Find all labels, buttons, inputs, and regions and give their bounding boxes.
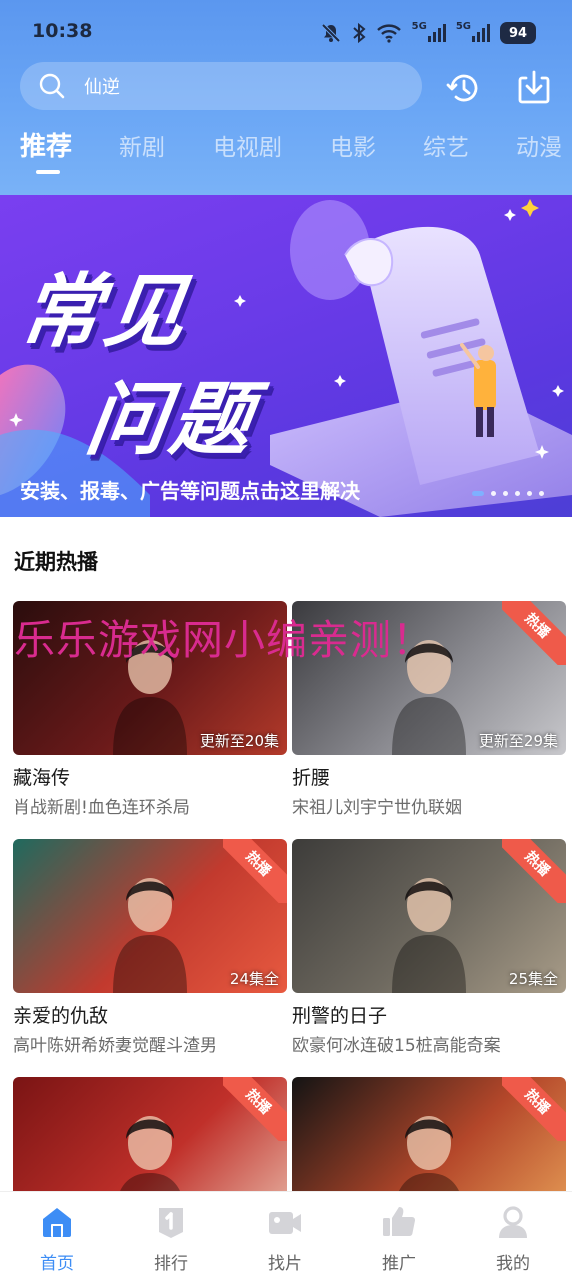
hot-badge-label: 热播 bbox=[502, 1077, 566, 1141]
episode-status: 25集全 bbox=[508, 970, 558, 988]
header: 10:38 5G 5G 94 仙逆 推荐 新剧 电视剧 电影 综艺 动漫 bbox=[0, 0, 572, 195]
drama-subtitle: 欧豪何冰连破15桩高能奇案 bbox=[292, 1036, 501, 1056]
episode-status: 更新至20集 bbox=[199, 732, 279, 750]
pagination-dot[interactable] bbox=[539, 491, 544, 496]
drama-subtitle: 宋祖儿刘宇宁世仇联姻 bbox=[292, 798, 462, 818]
hot-badge: 热播 bbox=[502, 601, 566, 665]
hot-badge-label: 热播 bbox=[223, 1077, 287, 1141]
pagination-dot[interactable] bbox=[472, 491, 484, 496]
status-bar: 10:38 5G 5G 94 bbox=[0, 0, 572, 62]
watermark: 乐乐游戏网小编亲测！ bbox=[14, 616, 434, 664]
faq-banner[interactable]: 常见 问题 安装、报毒、广告等问题点击这里解决 bbox=[0, 195, 572, 517]
drama-subtitle: 高叶陈妍希娇妻觉醒斗渣男 bbox=[13, 1036, 217, 1056]
pagination-dot[interactable] bbox=[515, 491, 520, 496]
search-row: 仙逆 bbox=[0, 60, 572, 116]
drama-poster[interactable]: 热播 24集全 bbox=[13, 839, 287, 993]
history-icon[interactable] bbox=[444, 68, 484, 108]
category-tabs: 推荐 新剧 电视剧 电影 综艺 动漫 bbox=[0, 128, 572, 188]
hot-badge-label: 热播 bbox=[502, 601, 566, 665]
tab-movies[interactable]: 电影 bbox=[330, 128, 376, 162]
drama-poster[interactable]: 热播 25集全 bbox=[292, 839, 566, 993]
nav-ranking[interactable]: 排行 bbox=[114, 1192, 228, 1279]
drama-subtitle: 肖战新剧!血色连环杀局 bbox=[13, 798, 190, 818]
status-icons: 5G 5G 94 bbox=[320, 20, 536, 46]
tab-variety[interactable]: 综艺 bbox=[423, 128, 469, 162]
drama-title: 亲爱的仇敌 bbox=[13, 1005, 109, 1027]
hot-badge: 热播 bbox=[223, 1077, 287, 1141]
episode-status: 更新至29集 bbox=[478, 732, 558, 750]
drama-card[interactable]: 热播 25集全刑警的日子欧豪何冰连破15桩高能奇案 bbox=[292, 839, 566, 1056]
mute-icon bbox=[320, 21, 342, 45]
banner-title-line1: 常见 bbox=[14, 265, 196, 358]
tab-indicator bbox=[36, 170, 60, 174]
ranking-icon bbox=[159, 1208, 183, 1238]
search-icon bbox=[39, 73, 65, 99]
pagination-dot[interactable] bbox=[491, 491, 496, 496]
signal-icon: 5G bbox=[412, 21, 446, 45]
search-input[interactable]: 仙逆 bbox=[20, 62, 422, 110]
nav-find-movies[interactable]: 找片 bbox=[228, 1192, 342, 1279]
hot-badge-label: 热播 bbox=[502, 839, 566, 903]
bottom-nav: 首页 排行 找片 推广 我的 bbox=[0, 1191, 572, 1279]
signal-label: 5G bbox=[411, 21, 427, 32]
pagination-dot[interactable] bbox=[503, 491, 508, 496]
video-camera-icon bbox=[269, 1212, 301, 1234]
nav-label: 首页 bbox=[40, 1254, 74, 1274]
drama-title: 刑警的日子 bbox=[292, 1005, 388, 1027]
episode-status: 24集全 bbox=[229, 970, 279, 988]
home-icon bbox=[43, 1208, 71, 1237]
wifi-icon bbox=[376, 21, 402, 45]
signal-icon: 5G bbox=[456, 21, 490, 45]
profile-icon bbox=[499, 1206, 527, 1238]
nav-label: 排行 bbox=[154, 1254, 188, 1274]
search-query: 仙逆 bbox=[84, 77, 120, 98]
nav-home[interactable]: 首页 bbox=[0, 1192, 114, 1279]
tab-tv-series[interactable]: 电视剧 bbox=[213, 128, 282, 162]
hot-badge: 热播 bbox=[502, 839, 566, 903]
download-icon[interactable] bbox=[514, 68, 554, 108]
banner-title-line2: 问题 bbox=[80, 373, 262, 466]
nav-label: 我的 bbox=[496, 1254, 530, 1274]
hot-badge: 热播 bbox=[223, 839, 287, 903]
bluetooth-icon bbox=[352, 21, 366, 45]
nav-profile[interactable]: 我的 bbox=[456, 1192, 570, 1279]
tab-recommend[interactable]: 推荐 bbox=[20, 126, 72, 163]
nav-promote[interactable]: 推广 bbox=[342, 1192, 456, 1279]
signal-label: 5G bbox=[455, 21, 471, 32]
nav-label: 推广 bbox=[382, 1254, 416, 1274]
drama-title: 折腰 bbox=[292, 767, 331, 789]
banner-caption: 安装、报毒、广告等问题点击这里解决 bbox=[20, 479, 360, 503]
pagination-dot[interactable] bbox=[527, 491, 532, 496]
hot-badge-label: 热播 bbox=[223, 839, 287, 903]
app-screen: 10:38 5G 5G 94 仙逆 推荐 新剧 电视剧 电影 综艺 动漫 常见 … bbox=[0, 0, 572, 1279]
thumbs-up-icon bbox=[383, 1207, 416, 1236]
battery-icon: 94 bbox=[500, 22, 536, 44]
tab-new-drama[interactable]: 新剧 bbox=[119, 128, 165, 162]
nav-label: 找片 bbox=[268, 1254, 302, 1274]
banner-pagination bbox=[472, 491, 544, 496]
status-time: 10:38 bbox=[32, 20, 93, 42]
tab-anime[interactable]: 动漫 bbox=[516, 128, 562, 162]
drama-title: 藏海传 bbox=[13, 767, 71, 789]
hot-badge: 热播 bbox=[502, 1077, 566, 1141]
drama-card[interactable]: 热播 24集全亲爱的仇敌高叶陈妍希娇妻觉醒斗渣男 bbox=[13, 839, 287, 1056]
section-title: 近期热播 bbox=[14, 550, 98, 574]
